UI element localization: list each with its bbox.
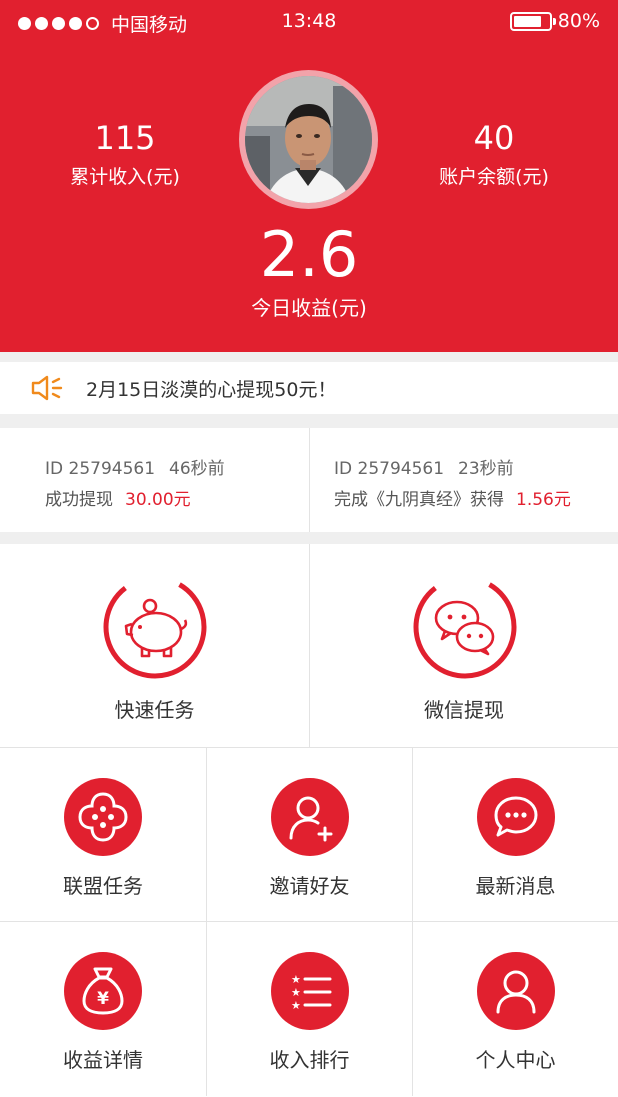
quick-task-label: 快速任务 — [114, 698, 195, 722]
today-earnings: 2.6 今日收益(元) — [0, 222, 618, 321]
income-ranking-button[interactable]: ★ ★ ★ 收入排行 — [206, 922, 412, 1096]
today-earnings-value: 2.6 — [259, 218, 359, 291]
wechat-icon — [413, 575, 517, 679]
divider — [0, 532, 618, 544]
personal-center-label: 个人中心 — [475, 1048, 556, 1072]
battery-fill — [513, 15, 541, 27]
svg-text:★: ★ — [291, 986, 301, 999]
divider — [0, 414, 618, 428]
svg-text:★: ★ — [291, 973, 301, 986]
total-income-value: 115 — [94, 119, 156, 157]
svg-text:¥: ¥ — [97, 989, 109, 1009]
record-action: 完成《九阴真经》获得 — [334, 490, 504, 510]
action-row: ¥ 收益详情 ★ ★ ★ 收入排行 个人中心 — [0, 922, 618, 1096]
battery-percent: 80% — [557, 10, 600, 32]
avatar-photo — [245, 76, 372, 203]
record-time: 23秒前 — [458, 459, 514, 479]
invite-friends-label: 邀请好友 — [269, 874, 350, 898]
status-bar: 中国移动 13:48 80% — [0, 0, 618, 44]
recent-records: ID 25794561 46秒前 成功提现 30.00元 ID 25794561 23… — [0, 428, 618, 532]
alliance-task-label: 联盟任务 — [63, 874, 143, 898]
total-income-stat[interactable]: 115 累计收入(元) — [15, 118, 235, 189]
alliance-task-button[interactable]: 联盟任务 — [0, 748, 206, 922]
user-icon — [496, 970, 536, 1014]
latest-messages-button[interactable]: 最新消息 — [412, 748, 618, 922]
invite-friends-button[interactable]: 邀请好友 — [206, 748, 412, 922]
record-item: ID 25794561 46秒前 成功提现 30.00元 — [0, 428, 309, 532]
income-ranking-label: 收入排行 — [269, 1048, 350, 1072]
balance-value: 40 — [473, 119, 515, 157]
record-action: 成功提现 — [45, 490, 113, 510]
battery-status: 80% — [509, 10, 600, 32]
record-item: ID 25794561 23秒前 完成《九阴真经》获得 1.56元 — [309, 428, 618, 532]
piggy-bank-icon — [103, 575, 207, 679]
record-amount: 1.56元 — [516, 490, 571, 510]
primary-actions: 快速任务 微信提现 — [0, 544, 618, 748]
today-earnings-label: 今日收益(元) — [251, 296, 367, 320]
record-user-id: ID 25794561 — [45, 459, 156, 479]
wechat-withdraw-label: 微信提现 — [424, 698, 504, 722]
header-panel: 中国移动 13:48 80% 115 累计收入(元) 40 账户余额(元) 2.… — [0, 0, 618, 352]
earnings-detail-button[interactable]: ¥ 收益详情 — [0, 922, 206, 1096]
personal-center-button[interactable]: 个人中心 — [412, 922, 618, 1096]
latest-messages-label: 最新消息 — [475, 874, 556, 898]
balance-label: 账户余额(元) — [439, 166, 549, 188]
money-bag-icon: ¥ — [82, 967, 124, 1015]
divider — [0, 352, 618, 362]
avatar[interactable] — [239, 70, 378, 209]
record-user-id: ID 25794561 — [334, 459, 445, 479]
record-amount: 30.00元 — [125, 490, 191, 510]
notice-bar[interactable]: 2月15日淡漠的心提现50元！ — [0, 362, 618, 414]
battery-icon — [509, 11, 556, 31]
action-row: 联盟任务 邀请好友 最新消息 — [0, 748, 618, 922]
balance-stat[interactable]: 40 账户余额(元) — [384, 118, 604, 189]
megaphone-icon — [31, 375, 63, 401]
total-income-label: 累计收入(元) — [70, 166, 180, 188]
ranking-list-icon: ★ ★ ★ — [291, 973, 332, 1012]
wechat-withdraw-button[interactable]: 微信提现 — [309, 544, 618, 748]
quick-task-button[interactable]: 快速任务 — [0, 544, 309, 748]
add-user-icon — [289, 796, 333, 842]
earnings-detail-label: 收益详情 — [63, 1048, 143, 1072]
alliance-icon — [78, 792, 128, 842]
svg-text:★: ★ — [291, 999, 301, 1012]
message-icon — [494, 796, 538, 837]
record-time: 46秒前 — [169, 459, 225, 479]
notice-text: 2月15日淡漠的心提现50元！ — [86, 378, 337, 401]
